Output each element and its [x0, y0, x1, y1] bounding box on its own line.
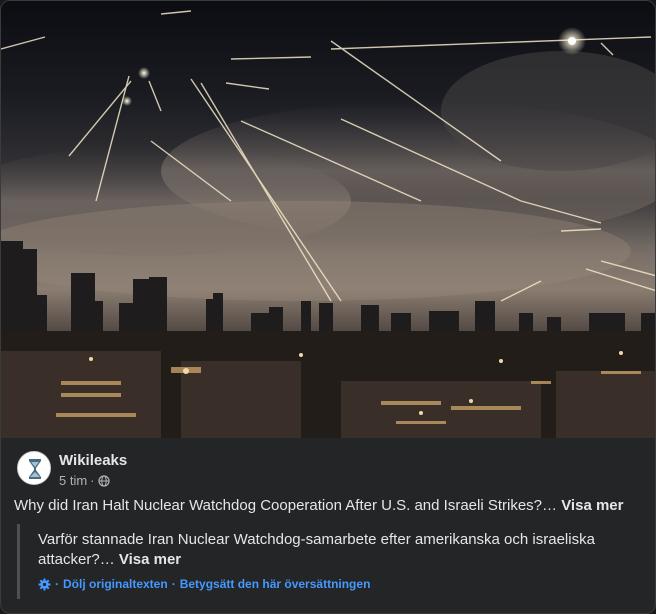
post-body: Why did Iran Halt Nuclear Watchdog Coope…: [14, 497, 558, 514]
avatar[interactable]: [17, 451, 51, 485]
translation-block: Varför stannade Iran Nuclear Watchdog-sa…: [17, 524, 637, 599]
post-text: Why did Iran Halt Nuclear Watchdog Coope…: [14, 496, 644, 516]
translated-text: Varför stannade Iran Nuclear Watchdog-sa…: [38, 530, 628, 570]
post-time[interactable]: 5 tim: [59, 473, 87, 488]
post-header: Wikileaks 5 tim ·: [17, 451, 617, 491]
rate-translation-link[interactable]: Betygsätt den här översättningen: [180, 577, 371, 591]
page-name[interactable]: Wikileaks: [59, 452, 127, 469]
meta-separator: ·: [90, 473, 95, 488]
translation-see-more-link[interactable]: Visa mer: [119, 551, 181, 568]
post-meta: 5 tim ·: [59, 473, 110, 488]
hourglass-logo-icon: [18, 452, 50, 484]
globe-icon[interactable]: [97, 474, 110, 487]
post-photo[interactable]: [1, 1, 655, 438]
night-sky-interceptors-image: [1, 10, 655, 438]
see-more-link[interactable]: Visa mer: [561, 497, 623, 514]
translation-links: · Dölj originaltexten · Betygsätt den hä…: [38, 577, 370, 591]
hide-original-link[interactable]: Dölj originaltexten: [63, 577, 168, 591]
post-card: Wikileaks 5 tim · Why did Iran Halt Nucl…: [0, 0, 656, 614]
link-separator: ·: [171, 577, 176, 591]
gear-icon: [38, 578, 51, 590]
lead-separator: ·: [55, 577, 59, 591]
